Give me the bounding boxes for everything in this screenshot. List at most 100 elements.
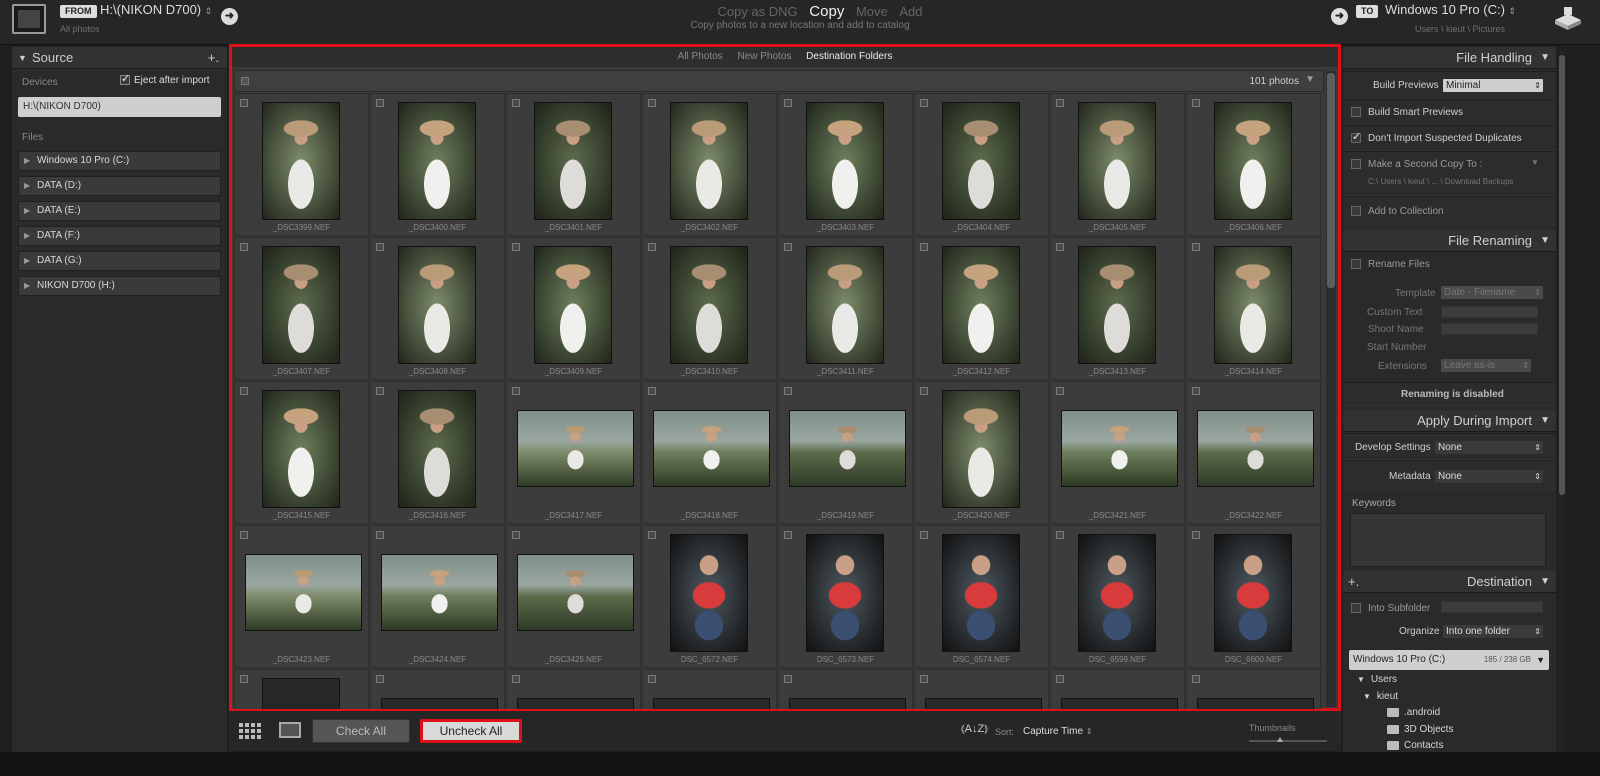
photo-cell[interactable]: _DSC3418.NEF xyxy=(642,381,777,524)
photo-checkbox[interactable] xyxy=(1192,243,1200,251)
photo-thumbnail[interactable] xyxy=(1197,410,1314,487)
file-item-d-drive[interactable]: ▶ DATA (D:) xyxy=(18,176,221,196)
photo-thumbnail[interactable] xyxy=(925,698,1042,709)
second-copy-checkbox[interactable] xyxy=(1351,159,1361,169)
photo-cell[interactable]: _DSC3423.NEF xyxy=(234,525,369,668)
grid-scrollbar[interactable] xyxy=(1326,71,1336,707)
photo-thumbnail[interactable] xyxy=(398,246,476,364)
photo-thumbnail[interactable] xyxy=(653,698,770,709)
photo-checkbox[interactable] xyxy=(512,243,520,251)
photo-checkbox[interactable] xyxy=(648,243,656,251)
mode-copy-as-dng[interactable]: Copy as DNG xyxy=(717,4,797,19)
photo-checkbox[interactable] xyxy=(648,531,656,539)
photo-checkbox[interactable] xyxy=(648,387,656,395)
photo-thumbnail[interactable] xyxy=(245,554,362,631)
photo-thumbnail[interactable] xyxy=(398,390,476,508)
photo-thumbnail[interactable] xyxy=(670,102,748,220)
photo-cell[interactable]: _DSC3425.NEF xyxy=(506,525,641,668)
photo-cell[interactable]: _DSC3406.NEF xyxy=(1186,93,1321,236)
file-renaming-header[interactable]: File Renaming ▼ xyxy=(1343,230,1556,252)
photo-cell[interactable]: _DSC3400.NEF xyxy=(370,93,505,236)
photo-cell[interactable]: _DSC3412.NEF xyxy=(914,237,1049,380)
select-all-checkbox[interactable] xyxy=(241,77,249,85)
photo-thumbnail[interactable] xyxy=(517,410,634,487)
plus-icon[interactable]: +. xyxy=(208,47,219,69)
photo-thumbnail[interactable] xyxy=(806,102,884,220)
photo-checkbox[interactable] xyxy=(512,675,520,683)
file-item-c-drive[interactable]: ▶ Windows 10 Pro (C:) xyxy=(18,151,221,171)
shoot-name-field[interactable] xyxy=(1441,323,1538,335)
photo-checkbox[interactable] xyxy=(920,675,928,683)
smart-previews-checkbox[interactable] xyxy=(1351,107,1361,117)
photo-cell[interactable]: _DSC3410.NEF xyxy=(642,237,777,380)
tree-item-android[interactable]: .android xyxy=(1387,707,1440,718)
extensions-select[interactable]: Leave as-is xyxy=(1441,359,1531,372)
settings-scrollbar[interactable] xyxy=(1558,47,1566,752)
mode-add[interactable]: Add xyxy=(899,4,922,19)
photo-cell[interactable]: _DSC3411.NEF xyxy=(778,237,913,380)
tab-destination-folders[interactable]: Destination Folders xyxy=(806,51,892,62)
subfolder-name-field[interactable] xyxy=(1441,601,1543,613)
into-subfolder-checkbox[interactable] xyxy=(1351,603,1361,613)
mode-copy[interactable]: Copy xyxy=(809,3,844,20)
eject-after-import-checkbox[interactable]: Eject after import xyxy=(120,72,210,86)
photo-cell[interactable]: _DSC3408.NEF xyxy=(370,237,505,380)
photo-thumbnail[interactable] xyxy=(1078,246,1156,364)
photo-checkbox[interactable] xyxy=(240,675,248,683)
add-collection-checkbox[interactable] xyxy=(1351,206,1361,216)
photo-checkbox[interactable] xyxy=(512,387,520,395)
template-select[interactable]: Date - Filename xyxy=(1441,286,1543,299)
photo-cell[interactable] xyxy=(1050,669,1185,709)
photo-checkbox[interactable] xyxy=(240,387,248,395)
photo-thumbnail[interactable] xyxy=(942,246,1020,364)
photo-cell[interactable]: _DSC3424.NEF xyxy=(370,525,505,668)
photo-thumbnail[interactable] xyxy=(381,698,498,709)
photo-cell[interactable]: _DSC3409.NEF xyxy=(506,237,641,380)
photo-checkbox[interactable] xyxy=(376,675,384,683)
photo-thumbnail[interactable] xyxy=(942,102,1020,220)
keywords-field[interactable] xyxy=(1350,513,1546,567)
photo-checkbox[interactable] xyxy=(1192,531,1200,539)
organize-select[interactable]: Into one folder xyxy=(1443,625,1543,638)
photo-thumbnail[interactable] xyxy=(942,534,1020,652)
photo-cell[interactable]: DSC_6599.NEF xyxy=(1050,525,1185,668)
photo-thumbnail[interactable] xyxy=(806,246,884,364)
photo-checkbox[interactable] xyxy=(920,99,928,107)
photo-cell[interactable]: _DSC3422.NEF xyxy=(1186,381,1321,524)
photo-checkbox[interactable] xyxy=(240,243,248,251)
photo-checkbox[interactable] xyxy=(1192,387,1200,395)
photo-cell[interactable]: _DSC3414.NEF xyxy=(1186,237,1321,380)
photo-cell[interactable]: _DSC3402.NEF xyxy=(642,93,777,236)
metadata-select[interactable]: None xyxy=(1435,470,1543,483)
sort-select[interactable]: Capture Time ⇕ xyxy=(1023,726,1093,737)
from-path[interactable]: H:\(NIKON D700) ⇕ xyxy=(100,2,212,17)
tree-item-users[interactable]: ▼ Users xyxy=(1357,674,1397,685)
no-duplicates-checkbox[interactable] xyxy=(1351,130,1361,143)
photo-thumbnail[interactable] xyxy=(398,102,476,220)
destination-volume[interactable]: Windows 10 Pro (C:) 185 / 238 GB ▼ xyxy=(1349,650,1549,670)
dropdown-triangle-icon[interactable]: ▼ xyxy=(1531,158,1539,167)
photo-checkbox[interactable] xyxy=(240,531,248,539)
photo-cell[interactable]: _DSC3401.NEF xyxy=(506,93,641,236)
photo-cell[interactable] xyxy=(778,669,913,709)
photo-thumbnail[interactable] xyxy=(806,534,884,652)
destination-header[interactable]: +. Destination ▼ xyxy=(1343,571,1556,593)
photo-thumbnail[interactable] xyxy=(1197,698,1314,709)
photo-checkbox[interactable] xyxy=(1056,99,1064,107)
tree-item-3d-objects[interactable]: 3D Objects xyxy=(1387,724,1453,735)
photo-cell[interactable] xyxy=(234,669,369,709)
tree-item-contacts[interactable]: Contacts xyxy=(1387,740,1443,751)
photo-checkbox[interactable] xyxy=(240,99,248,107)
photo-thumbnail[interactable] xyxy=(517,698,634,709)
file-item-g-drive[interactable]: ▶ DATA (G:) xyxy=(18,251,221,271)
photo-cell[interactable]: _DSC3417.NEF xyxy=(506,381,641,524)
photo-thumbnail[interactable] xyxy=(1214,246,1292,364)
photo-thumbnail[interactable] xyxy=(381,554,498,631)
photo-thumbnail[interactable] xyxy=(1214,534,1292,652)
photo-checkbox[interactable] xyxy=(1192,99,1200,107)
photo-cell[interactable]: DSC_6572.NEF xyxy=(642,525,777,668)
photo-cell[interactable] xyxy=(1186,669,1321,709)
photo-checkbox[interactable] xyxy=(512,99,520,107)
photo-cell[interactable]: _DSC3399.NEF xyxy=(234,93,369,236)
photo-thumbnail[interactable] xyxy=(262,390,340,508)
